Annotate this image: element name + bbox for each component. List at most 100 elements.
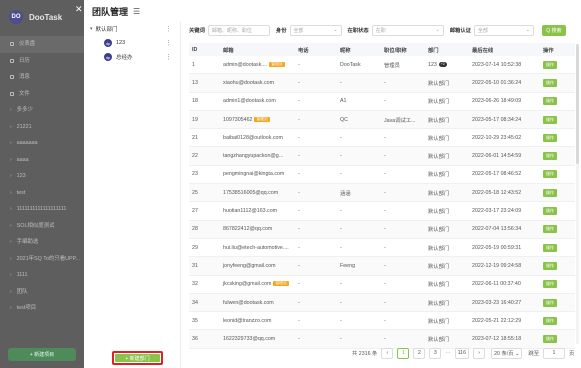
cell-operation: 操作: [540, 261, 575, 270]
more-icon[interactable]: ⋮: [165, 53, 172, 61]
next-page-button[interactable]: ›: [473, 347, 486, 359]
table-row: 18 admin1@dootask.com - A1 - 默认部门 2023-06-26 1…: [189, 92, 575, 111]
cell-id: 28: [192, 226, 198, 233]
pagination-ellipsis[interactable]: ···: [445, 350, 450, 356]
chevron-right-icon: ›: [10, 189, 12, 196]
operation-button[interactable]: 操作: [543, 207, 557, 216]
cell-phone: -: [298, 226, 300, 233]
admin-badge: 管理员: [254, 116, 270, 122]
table-row: 27 huotian1112@163.com - - - 默认部门 2022-03-17 2…: [189, 202, 575, 221]
cell-nickname: QC: [340, 116, 348, 123]
operation-button[interactable]: 操作: [543, 225, 557, 234]
operation-button[interactable]: 操作: [543, 170, 557, 179]
admin-badge: 管理员: [269, 61, 285, 67]
operation-button[interactable]: 操作: [543, 261, 557, 270]
email-verify-select[interactable]: 全部 ⌄: [473, 24, 534, 36]
cell-email: pengmingnai@kingta.com: [220, 171, 295, 177]
caret-down-icon[interactable]: ▾: [90, 26, 93, 32]
cell-last-online: 2022-05-18 12:43:52: [472, 189, 522, 196]
search-button[interactable]: Q 搜索: [541, 24, 566, 36]
cell-operation: 操作: [540, 225, 575, 234]
more-icon[interactable]: ⋮: [165, 25, 172, 33]
operation-button[interactable]: 操作: [543, 280, 557, 289]
cell-department: 默认部门: [425, 262, 469, 270]
column-header: 操作: [543, 47, 554, 54]
cell-phone: -: [298, 281, 300, 288]
operation-button[interactable]: 操作: [543, 188, 557, 197]
table-scrollbar[interactable]: [576, 44, 579, 344]
cell-department: 默认部门: [425, 280, 469, 288]
cell-last-online: 2023-05-17 08:34:24: [472, 116, 522, 123]
cell-phone: -: [298, 153, 300, 160]
nav-item-icon: [10, 75, 14, 80]
new-department-button[interactable]: + 新建部门: [112, 351, 163, 365]
background-nav-label: 团队: [16, 288, 28, 295]
goto-input[interactable]: 1: [543, 347, 566, 359]
department-item[interactable]: dp 总经办 ⋮: [84, 50, 180, 64]
page-3-button[interactable]: 3: [429, 347, 442, 359]
cell-nickname: -: [340, 226, 342, 233]
operation-button[interactable]: 操作: [543, 152, 557, 161]
email-text: baibai0128@outlook.com: [223, 134, 283, 141]
page-2-button[interactable]: 2: [413, 347, 426, 359]
cell-nickname: -: [340, 317, 342, 324]
cell-phone: -: [298, 61, 300, 68]
department-label: 总经办: [116, 55, 133, 61]
operation-button[interactable]: 操作: [543, 133, 557, 142]
last-page-button[interactable]: 116: [454, 347, 470, 359]
cell-id: 22: [192, 153, 198, 160]
cell-phone: -: [298, 244, 300, 251]
prev-page-button[interactable]: ‹: [381, 347, 394, 359]
cell-nickname: -: [340, 244, 342, 251]
cell-position: -: [384, 208, 386, 215]
table-row: 21 baibai0128@outlook.com - - - 默认部门 2022-10-2…: [189, 129, 575, 148]
department-avatar: dp: [104, 39, 112, 47]
scrollbar-thumb[interactable]: [576, 44, 579, 164]
dept-text: 默认部门: [428, 263, 450, 270]
operation-button[interactable]: 操作: [543, 115, 557, 124]
operation-button[interactable]: 操作: [543, 60, 557, 69]
operation-button[interactable]: 操作: [543, 316, 557, 325]
cell-last-online: 2022-12-19 09:24:58: [472, 262, 522, 269]
cell-last-online: 2023-07-12 18:55:18: [472, 336, 522, 343]
chevron-right-icon: ›: [10, 272, 12, 278]
close-icon[interactable]: ✕: [75, 4, 83, 15]
identity-label: 身份: [275, 28, 287, 34]
page-size-select[interactable]: 20 条/页 ⌄: [491, 347, 523, 359]
operation-button[interactable]: 操作: [543, 97, 557, 106]
identity-select[interactable]: 全部 ⌄: [289, 24, 342, 36]
cell-nickname: -: [340, 153, 342, 160]
operation-button[interactable]: 操作: [543, 335, 557, 344]
table-row: 13 xiaohu@dootask.com - - - 默认部门 2022-05-10 01…: [189, 74, 575, 93]
page-1-button[interactable]: 1: [397, 347, 410, 359]
department-root[interactable]: ▾ 默认部门 ⋮: [84, 22, 180, 36]
chevron-right-icon: ›: [10, 305, 12, 311]
status-select[interactable]: 在职 ⌄: [371, 24, 444, 36]
cell-nickname: -: [340, 299, 342, 306]
pagination: 共 2316 条 ‹ 1 2 3 ··· 116 › 20 条/页 ⌄ 跳至 1…: [352, 347, 574, 359]
email-text: 1097305462: [223, 116, 253, 123]
cell-nickname: -: [340, 171, 342, 178]
cell-nickname: 涵涵: [340, 190, 351, 197]
cell-operation: 操作: [540, 280, 575, 289]
background-nav-label: 1111111111111111111: [16, 206, 67, 212]
cell-email: tangzhangyupackon@g...: [220, 153, 295, 159]
chevron-right-icon: ›: [10, 140, 12, 146]
operation-button[interactable]: 操作: [543, 78, 557, 87]
cell-position: -: [384, 281, 386, 288]
more-icon[interactable]: ⋮: [165, 39, 172, 47]
operation-button[interactable]: 操作: [543, 243, 557, 252]
new-department-label: + 新建部门: [115, 354, 160, 362]
list-icon[interactable]: ☰: [133, 7, 140, 16]
cell-last-online: 2022-07-04 13:56:34: [472, 226, 522, 233]
department-avatar: dp: [104, 53, 112, 61]
background-header: DO DooTask: [0, 0, 84, 34]
email-text: 17538516005@qq.com: [223, 189, 279, 196]
background-nav-item: › aaaa: [10, 152, 84, 169]
background-nav-label: 多多少: [16, 107, 33, 113]
operation-button[interactable]: 操作: [543, 298, 557, 307]
keyword-input[interactable]: 邮箱、昵称、职位: [207, 24, 270, 36]
cell-email: hui.liu@etech-automotive....: [220, 245, 295, 251]
department-item[interactable]: dp 123 ⋮: [84, 36, 180, 50]
cell-operation: 操作: [540, 335, 575, 344]
